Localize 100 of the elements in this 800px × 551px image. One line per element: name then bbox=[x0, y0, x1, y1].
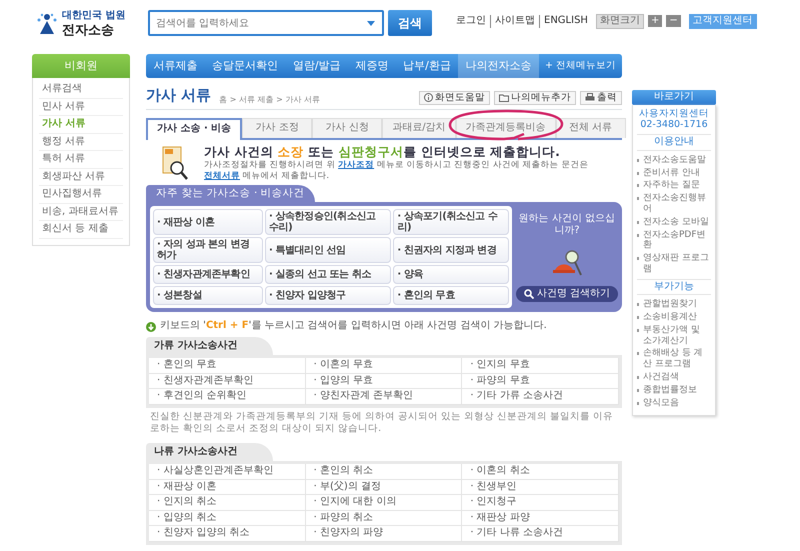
magnifier-helmet-icon bbox=[552, 248, 582, 276]
folder-icon bbox=[499, 94, 509, 102]
quick-link[interactable]: 소송비용계산 bbox=[637, 311, 711, 324]
intro-headline: 가사 사건의 소장 또는 심판청구서를 인터넷으로 제출합니다. bbox=[204, 144, 561, 160]
case-search-button[interactable]: 사건명 검색하기 bbox=[516, 286, 618, 302]
nav-tab[interactable]: 나의전자소송 bbox=[458, 54, 540, 78]
tab[interactable]: 전체 서류 bbox=[556, 118, 626, 138]
quick-link[interactable]: 전자소송도움말 bbox=[637, 154, 711, 167]
case-button[interactable]: · 성본창설 bbox=[153, 286, 263, 306]
text-link[interactable]: 가사조정 bbox=[338, 160, 374, 170]
table-cell: · 파양의 취소 bbox=[306, 510, 462, 526]
table-cell: · 친양자의 파양 bbox=[306, 526, 462, 542]
nav-tab[interactable]: 납부/환급 bbox=[396, 54, 458, 78]
table-cell: · 부(父)의 결정 bbox=[306, 480, 462, 495]
table-cell: · 혼인의 무효 bbox=[149, 358, 306, 374]
caret-icon bbox=[367, 21, 375, 26]
case-button[interactable]: · 특별대리인 선임 bbox=[264, 237, 392, 264]
quick-link[interactable]: 준비서류 안내 bbox=[637, 166, 711, 180]
nav-tab[interactable]: 제증명 bbox=[348, 54, 396, 78]
case-button[interactable]: · 자의 성과 본의 변경허가 bbox=[153, 237, 263, 264]
page-title: 가사 서류 bbox=[146, 86, 212, 105]
font-size-button[interactable]: − bbox=[666, 15, 681, 28]
header-link[interactable]: ENGLISH bbox=[539, 15, 588, 28]
table-header: 가류 가사소송사건 bbox=[146, 336, 274, 356]
section-title: 부가기능 bbox=[637, 278, 711, 296]
sidebar-item[interactable]: 행정 서류 bbox=[39, 134, 123, 151]
tab[interactable]: 가사 소송 · 비송 bbox=[146, 118, 242, 140]
quick-links-header: 바로가기 bbox=[632, 90, 716, 104]
case-button[interactable]: · 친생자관계존부확인 bbox=[153, 265, 263, 284]
table-cell: · 인지의 무효 bbox=[462, 358, 619, 374]
case-button[interactable]: · 상속포기(취소신고 수리) bbox=[393, 209, 509, 236]
text-link[interactable]: 전체서류 bbox=[204, 170, 240, 180]
section-title: 이용안내 bbox=[637, 134, 711, 151]
info-icon bbox=[424, 93, 433, 102]
sidebar-item[interactable]: 가사 서류 bbox=[39, 116, 123, 134]
case-button[interactable]: · 재판상 이혼 bbox=[153, 209, 263, 236]
action-button[interactable]: 출력 bbox=[580, 90, 622, 105]
nav-tab[interactable]: 송달문서확인 bbox=[204, 54, 286, 78]
quick-link[interactable]: 종합법률정보 bbox=[637, 384, 711, 397]
logo-title: 전자소송 bbox=[62, 22, 115, 39]
action-button[interactable]: 나의메뉴추가 bbox=[494, 90, 576, 105]
logo-icon bbox=[36, 12, 58, 36]
nav-tab[interactable]: 열람/발급 bbox=[286, 54, 348, 78]
quick-link[interactable]: 관할법원찾기 bbox=[637, 298, 711, 312]
quick-link[interactable]: 양식모음 bbox=[637, 396, 711, 410]
quick-link[interactable]: 전자소송진행뷰어 bbox=[637, 192, 711, 216]
contact-text: 02-3480-1716 bbox=[639, 119, 709, 132]
search-field[interactable]: 검색어를 입력하세요 bbox=[148, 10, 384, 36]
case-button[interactable]: · 상속한정승인(취소신고 수리) bbox=[264, 209, 392, 236]
quick-link[interactable]: 사건검색 bbox=[637, 371, 711, 384]
search-button[interactable]: 검색 bbox=[388, 10, 432, 36]
sidebar-item[interactable]: 비송, 과태료서류 bbox=[39, 204, 123, 221]
case-button[interactable]: · 혼인의 무효 bbox=[393, 286, 509, 306]
sidebar-item[interactable]: 민사집행서류 bbox=[39, 186, 123, 204]
table-cell: · 파양의 무효 bbox=[462, 374, 619, 390]
table-cell: · 인지의 취소 bbox=[149, 495, 306, 510]
table-cell: · 친양자 입양의 취소 bbox=[149, 526, 306, 542]
document-search-icon bbox=[162, 146, 188, 180]
sidebar-item[interactable]: 회신서 등 제출 bbox=[39, 221, 123, 238]
quick-link[interactable]: 부동산가액 및 소가계산기 bbox=[637, 324, 711, 348]
quick-link[interactable]: 영상재판 프로그램 bbox=[637, 252, 711, 276]
sidebar-item[interactable]: 회생파산 서류 bbox=[39, 168, 123, 186]
table-cell: · 이혼의 무효 bbox=[306, 358, 462, 374]
tab[interactable]: 가사 신청 bbox=[312, 118, 382, 138]
table-cell: · 혼인의 취소 bbox=[306, 464, 462, 480]
all-menu-button[interactable]: + 전체메뉴보기 bbox=[539, 54, 622, 78]
prompt-text: 원하는 사건이 없으십니까? bbox=[518, 212, 616, 238]
sidebar-header: 비회원 bbox=[32, 54, 130, 78]
header-link[interactable]: 로그인 bbox=[456, 15, 486, 28]
tab[interactable]: 가사 조정 bbox=[242, 118, 312, 138]
case-button[interactable]: · 양육 bbox=[393, 265, 509, 284]
font-size-label: 화면크기 bbox=[596, 14, 644, 28]
printer-icon bbox=[585, 93, 595, 102]
table-header: 나류 가사소송사건 bbox=[146, 442, 274, 461]
quick-link[interactable]: 손해배상 등 계산 프로그램 bbox=[637, 347, 711, 371]
action-button[interactable]: 화면도움말 bbox=[419, 90, 490, 105]
table-cell: · 재판상 파양 bbox=[462, 510, 619, 526]
quick-link[interactable]: 자주하는 질문 bbox=[637, 179, 711, 192]
font-size-button[interactable]: + bbox=[648, 15, 662, 28]
table-note: 진실한 신분관계와 가족관계등록부의 기재 등에 의하여 공시되어 있는 외형상 신분관계의 불일치를 이유로하는 확인의 소로서 조정의 대상이 되지 않습니다. bbox=[149, 410, 614, 434]
quick-link[interactable]: 전자소송PDF변환 bbox=[637, 228, 711, 252]
table-cell: · 인지에 대한 이의 bbox=[306, 495, 462, 510]
sidebar-item[interactable]: 민사 서류 bbox=[39, 98, 123, 116]
sidebar-item[interactable]: 특허 서류 bbox=[39, 151, 123, 168]
intro-note: 가사조정절차를 진행하시려면 위 가사조정 메뉴로 이동하시고 진행중인 사건에 제출하는 문건은 전체서류 메뉴에서 제출합니다. bbox=[204, 160, 590, 182]
case-button[interactable]: · 친양자 입양청구 bbox=[264, 286, 392, 306]
table-cell: · 후견인의 순위확인 bbox=[149, 389, 306, 405]
sidebar-item[interactable]: 서류검색 bbox=[39, 81, 123, 98]
table-cell: · 이혼의 취소 bbox=[462, 464, 619, 480]
case-button[interactable]: · 실종의 선고 또는 취소 bbox=[264, 265, 392, 284]
nav-tab[interactable]: 서류제출 bbox=[146, 54, 205, 78]
quick-link[interactable]: 전자소송 모바일 bbox=[637, 216, 711, 229]
table-cell: · 입양의 취소 bbox=[149, 510, 306, 526]
support-center-button[interactable]: 고객지원센터 bbox=[688, 14, 757, 28]
logo-subtitle: 대한민국 법원 bbox=[62, 10, 126, 22]
tab[interactable]: 과태료/감치 bbox=[382, 118, 456, 138]
case-button[interactable]: · 친권자의 지정과 변경 bbox=[393, 237, 509, 264]
header-link[interactable]: 사이트맵 bbox=[490, 15, 535, 28]
breadcrumb-text: 홈 > 서류 제출 > 가사 서류 bbox=[219, 94, 320, 105]
table-cell: · 양친자관계 존부확인 bbox=[306, 389, 462, 405]
